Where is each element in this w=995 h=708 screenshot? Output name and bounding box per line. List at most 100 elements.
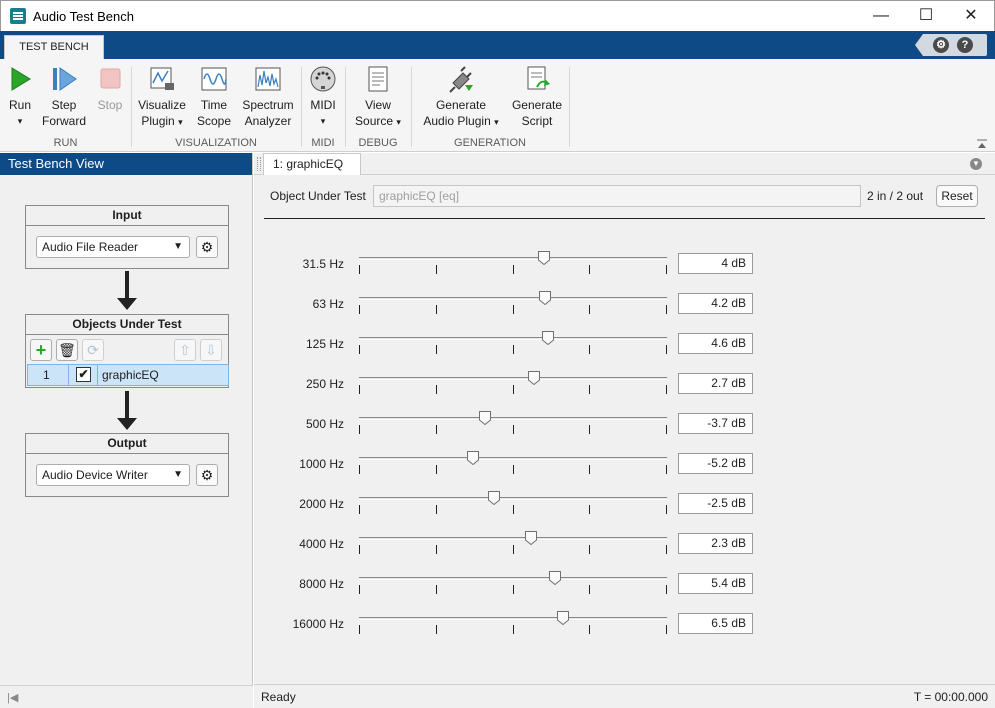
reset-button[interactable]: Reset: [936, 185, 978, 207]
gain-slider-track[interactable]: [359, 457, 667, 460]
gain-value-field[interactable]: 4.6 dB: [678, 333, 753, 354]
run-dropdown-icon[interactable]: ▾: [6, 113, 34, 129]
gain-value-field[interactable]: 4.2 dB: [678, 293, 753, 314]
add-object-button[interactable]: +: [30, 339, 52, 361]
slider-tick: [436, 625, 437, 634]
close-button[interactable]: ✕: [948, 1, 994, 31]
gain-slider-thumb[interactable]: [548, 571, 561, 586]
visualize-plugin-button[interactable]: Visualize Plugin ▾: [136, 65, 188, 130]
slider-tick: [589, 305, 590, 314]
gain-value-field[interactable]: 6.5 dB: [678, 613, 753, 634]
gain-value-field[interactable]: 5.4 dB: [678, 573, 753, 594]
gain-slider-thumb[interactable]: [542, 331, 555, 346]
gain-slider-track[interactable]: [359, 617, 667, 620]
gain-slider-thumb[interactable]: [478, 411, 491, 426]
slider-tick: [513, 625, 514, 634]
checkbox-cell: ✔: [68, 365, 98, 385]
gain-slider-track[interactable]: [359, 417, 667, 420]
gain-slider-track[interactable]: [359, 297, 667, 300]
gain-slider-track[interactable]: [359, 337, 667, 340]
gain-slider-thumb[interactable]: [557, 611, 570, 626]
input-source-select[interactable]: Audio File Reader ▼: [36, 236, 190, 258]
enable-checkbox[interactable]: ✔: [76, 367, 91, 382]
gain-slider-track[interactable]: [359, 577, 667, 580]
separator: [301, 67, 302, 147]
spectrum-label-1: Spectrum: [242, 98, 294, 112]
gain-value-field[interactable]: 2.3 dB: [678, 533, 753, 554]
document-menu-icon[interactable]: ▼: [970, 158, 982, 170]
title-bar: Audio Test Bench — ☐ ✕: [0, 0, 995, 31]
settings-gear-icon[interactable]: ⚙: [933, 37, 949, 53]
row-index: 1: [43, 368, 50, 382]
minimize-button[interactable]: —: [858, 1, 904, 31]
gain-value-field[interactable]: 2.7 dB: [678, 373, 753, 394]
scroll-left-icon[interactable]: |◀: [7, 691, 18, 704]
chevron-down-icon: ▼: [173, 469, 183, 480]
generate-audio-plugin-button[interactable]: Generate Audio Plugin ▾: [418, 65, 504, 130]
time-scope-button[interactable]: Time Scope: [196, 65, 232, 129]
gain-slider-thumb[interactable]: [539, 291, 552, 306]
eq-band-row: 31.5 Hz 4 dB: [254, 243, 995, 283]
gain-slider-track[interactable]: [359, 257, 667, 260]
slider-tick: [513, 345, 514, 354]
gain-slider-thumb[interactable]: [524, 531, 537, 546]
collapse-toolstrip-icon[interactable]: [977, 138, 987, 148]
run-label: Run: [8, 98, 31, 112]
view-source-button[interactable]: View Source ▾: [350, 65, 406, 130]
slider-tick: [359, 265, 360, 274]
help-icon[interactable]: ?: [957, 37, 973, 53]
spectrum-analyzer-button[interactable]: Spectrum Analyzer: [240, 65, 296, 129]
gain-value-field[interactable]: -5.2 dB: [678, 453, 753, 474]
run-button[interactable]: Run ▾: [6, 65, 34, 129]
grip-icon[interactable]: [257, 157, 261, 171]
delete-object-button[interactable]: 🗑: [56, 339, 78, 361]
gain-slider-track[interactable]: [359, 497, 667, 500]
group-debug-label: DEBUG: [358, 137, 398, 149]
refresh-object-button[interactable]: ⟳: [82, 339, 104, 361]
slider-tick: [666, 545, 667, 554]
eq-band-row: 1000 Hz -5.2 dB: [254, 443, 995, 483]
slider-tick: [589, 465, 590, 474]
chevron-down-icon: ▼: [173, 241, 183, 252]
midi-button[interactable]: MIDI ▾: [308, 65, 338, 129]
stop-button[interactable]: Stop: [96, 65, 124, 113]
midi-dropdown-icon[interactable]: ▾: [308, 113, 338, 129]
slider-tick: [359, 505, 360, 514]
generate-plugin-dropdown-icon[interactable]: ▾: [494, 117, 499, 127]
gain-slider-thumb[interactable]: [527, 371, 540, 386]
tab-test-bench[interactable]: TEST BENCH: [4, 35, 104, 59]
trash-icon: 🗑: [58, 342, 76, 358]
slider-tick: [436, 345, 437, 354]
slider-tick: [436, 545, 437, 554]
move-up-button[interactable]: ⇧: [174, 339, 196, 361]
gain-slider-thumb[interactable]: [466, 451, 479, 466]
slider-tick: [513, 265, 514, 274]
panel-scrollbar[interactable]: |◀: [0, 685, 253, 708]
view-source-label-2: Source: [355, 114, 394, 128]
gain-slider-track[interactable]: [359, 537, 667, 540]
generate-script-button[interactable]: Generate Script: [510, 65, 564, 129]
view-source-dropdown-icon[interactable]: ▾: [396, 117, 401, 127]
group-midi-label: MIDI: [311, 137, 335, 149]
output-settings-button[interactable]: ⚙: [196, 464, 218, 486]
output-box: Output Audio Device Writer ▼ ⚙: [25, 433, 229, 497]
gain-slider-thumb[interactable]: [537, 251, 550, 266]
slider-tick: [436, 305, 437, 314]
slider-tick: [589, 345, 590, 354]
move-down-button[interactable]: ⇩: [200, 339, 222, 361]
eq-band-row: 16000 Hz 6.5 dB: [254, 603, 995, 643]
gain-value-field[interactable]: 4 dB: [678, 253, 753, 274]
gain-slider-track[interactable]: [359, 377, 667, 380]
eq-band-row: 63 Hz 4.2 dB: [254, 283, 995, 323]
object-under-test-field: graphicEQ [eq]: [373, 185, 861, 207]
step-forward-button[interactable]: Step Forward: [40, 65, 88, 129]
gain-value-field[interactable]: -2.5 dB: [678, 493, 753, 514]
input-settings-button[interactable]: ⚙: [196, 236, 218, 258]
table-row[interactable]: 1 ✔ graphicEQ: [27, 364, 229, 386]
gain-value-field[interactable]: -3.7 dB: [678, 413, 753, 434]
output-sink-select[interactable]: Audio Device Writer ▼: [36, 464, 190, 486]
visualize-dropdown-icon[interactable]: ▾: [178, 117, 183, 127]
gain-slider-thumb[interactable]: [487, 491, 500, 506]
maximize-button[interactable]: ☐: [903, 1, 949, 31]
tab-graphiceq[interactable]: 1: graphicEQ: [263, 153, 361, 175]
